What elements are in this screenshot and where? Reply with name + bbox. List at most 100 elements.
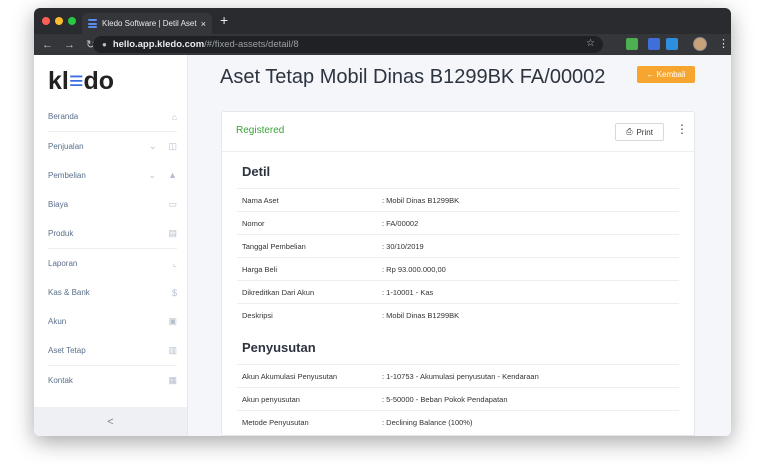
detail-key: Tanggal Pembelian	[242, 241, 306, 251]
kebab-menu-icon[interactable]: ⋮	[718, 37, 729, 50]
detail-key: Metode Penyusutan	[242, 417, 309, 427]
sidebar-item-label: Biaya	[48, 200, 69, 209]
chevron-down-icon: ⌄	[148, 170, 157, 180]
extension-icon[interactable]	[626, 38, 638, 50]
sidebar-item-label: Penjualan	[48, 142, 84, 151]
sidebar-item-label: Aset Tetap	[48, 346, 86, 355]
print-label: Print	[636, 127, 653, 137]
building-icon: ▥	[168, 345, 177, 355]
sidebar-item-beranda[interactable]: Beranda ⌂	[34, 102, 187, 131]
section-title-detil: Detil	[242, 164, 271, 179]
browser-toolbar: ← → ↻ ● hello.app.kledo.com /#/fixed-ass…	[34, 34, 731, 55]
depreciation-row: Metode Penyusutan : Declining Balance (10…	[237, 410, 679, 433]
profile-avatar[interactable]	[693, 37, 707, 51]
detail-row: Harga Beli : Rp 93.000.000,00	[237, 257, 679, 280]
card-header: Registered ⎙ Print ⋮	[222, 112, 694, 152]
sidebar-item-produk[interactable]: Produk ▤	[34, 219, 187, 248]
sidebar-item-label: Kas & Bank	[48, 288, 90, 297]
detail-value: : Rp 93.000.000,00	[382, 264, 446, 274]
sidebar: kl≡do Beranda ⌂ Penjualan ⌄ ◫ Pembelian ⌄…	[34, 55, 188, 436]
detail-row: Nama Aset : Mobil Dinas B1299BK	[237, 188, 679, 211]
box-icon: ▤	[168, 228, 177, 238]
detail-key: Dikreditkan Dari Akun	[242, 287, 315, 297]
back-arrow-icon[interactable]: ←	[42, 39, 53, 51]
sidebar-item-akun[interactable]: Akun ▣	[34, 307, 187, 336]
depreciation-row: Akun Akumulasi Penyusutan : 1-10753 - Aku…	[237, 364, 679, 387]
detail-value: : 30/10/2019	[382, 241, 424, 251]
page-title: Aset Tetap Mobil Dinas B1299BK FA/00002	[220, 66, 606, 88]
kledo-favicon-icon	[88, 19, 97, 28]
detail-row: Dikreditkan Dari Akun : 1-10001 - Kas	[237, 280, 679, 303]
new-tab-button[interactable]: +	[220, 12, 228, 28]
close-window-button[interactable]	[42, 17, 50, 25]
depreciation-row: Akun penyusutan : 5-50000 - Beban Pokok P…	[237, 387, 679, 410]
browser-tab[interactable]: Kledo Software | Detil Aset Teta ×	[82, 13, 212, 34]
bag-icon: ▲	[168, 170, 177, 180]
sidebar-item-biaya[interactable]: Biaya ▭	[34, 190, 187, 219]
detail-value: : Mobil Dinas B1299BK	[382, 195, 460, 205]
main-content: Aset Tetap Mobil Dinas B1299BK FA/00002 …	[188, 55, 731, 436]
tab-close-icon[interactable]: ×	[201, 19, 206, 29]
sidebar-collapse-button[interactable]: <	[34, 407, 187, 436]
detail-key: Akun Akumulasi Penyusutan	[242, 371, 338, 381]
detail-value: : 1-10001 - Kas	[382, 287, 434, 297]
detail-row: Tanggal Pembelian : 30/10/2019	[237, 234, 679, 257]
sidebar-item-label: Akun	[48, 317, 67, 326]
star-icon[interactable]: ☆	[586, 38, 595, 49]
sidebar-item-label: Produk	[48, 229, 74, 238]
url-path: /#/fixed-assets/detail/8	[204, 39, 299, 50]
logo-text-start: kl	[48, 67, 69, 95]
forward-arrow-icon[interactable]: →	[64, 39, 75, 51]
basket-icon: ◫	[168, 141, 177, 151]
more-options-icon[interactable]: ⋮	[676, 122, 688, 136]
maximize-window-button[interactable]	[68, 17, 76, 25]
logo-mark: ≡	[68, 67, 84, 95]
sidebar-item-kas-bank[interactable]: Kas & Bank $	[34, 278, 187, 307]
kledo-logo[interactable]: kl≡do	[34, 55, 187, 102]
app-shell: kl≡do Beranda ⌂ Penjualan ⌄ ◫ Pembelian ⌄…	[34, 55, 731, 436]
detail-value: : Mobil Dinas B1299BK	[382, 310, 460, 320]
browser-window: Kledo Software | Detil Aset Teta × + ← →…	[34, 8, 731, 436]
detail-key: Deskripsi	[242, 310, 273, 320]
detail-value: : FA/00002	[382, 218, 419, 228]
detail-key: Akun penyusutan	[242, 394, 300, 404]
url-host: hello.app.kledo.com	[112, 39, 205, 50]
printer-icon: ⎙	[626, 127, 633, 136]
tab-bar: Kledo Software | Detil Aset Teta × +	[34, 8, 731, 34]
extension-icon[interactable]	[648, 38, 660, 50]
tab-title: Kledo Software | Detil Aset Teta	[102, 19, 197, 28]
sidebar-item-pembelian[interactable]: Pembelian ⌄ ▲	[34, 161, 187, 190]
detail-key: Nomor	[242, 218, 265, 228]
sidebar-item-label: Pembelian	[48, 171, 86, 180]
asset-detail-card: Registered ⎙ Print ⋮ Detil Nama Aset : Mo…	[221, 111, 695, 436]
sidebar-item-label: Kontak	[48, 376, 73, 385]
home-icon: ⌂	[171, 111, 177, 122]
status-badge: Registered	[236, 125, 285, 136]
extension-icon[interactable]	[666, 38, 678, 50]
print-button[interactable]: ⎙ Print	[615, 123, 664, 141]
sidebar-item-kontak[interactable]: Kontak ▦	[34, 366, 187, 395]
sidebar-item-aset-tetap[interactable]: Aset Tetap ▥	[34, 336, 187, 365]
back-button[interactable]: ← Kembali	[637, 66, 695, 83]
detail-key: Harga Beli	[242, 264, 278, 274]
detail-key: Nama Aset	[242, 195, 279, 205]
dollar-icon: $	[171, 287, 177, 298]
sidebar-item-label: Beranda	[48, 112, 79, 121]
chart-icon: ⌞	[172, 258, 177, 268]
contact-card-icon: ▦	[168, 375, 177, 385]
sidebar-item-label: Laporan	[48, 259, 78, 268]
book-icon: ▣	[168, 316, 177, 326]
minimize-window-button[interactable]	[55, 17, 63, 25]
detail-value: : 5-50000 - Beban Pokok Pendapatan	[382, 394, 508, 404]
address-bar[interactable]: ● hello.app.kledo.com /#/fixed-assets/de…	[93, 36, 603, 53]
detail-value: : 1-10753 - Akumulasi penyusutan - Kenda…	[382, 371, 539, 381]
logo-text-end: do	[83, 67, 114, 95]
sidebar-item-penjualan[interactable]: Penjualan ⌄ ◫	[34, 132, 187, 161]
sidebar-item-laporan[interactable]: Laporan ⌞	[34, 249, 187, 278]
chevron-down-icon: ⌄	[148, 141, 157, 151]
detail-row: Deskripsi : Mobil Dinas B1299BK	[237, 303, 679, 326]
lock-icon: ●	[102, 40, 107, 49]
detail-value: : Declining Balance (100%)	[382, 417, 473, 427]
detail-row: Nomor : FA/00002	[237, 211, 679, 234]
section-title-penyusutan: Penyusutan	[242, 340, 316, 355]
